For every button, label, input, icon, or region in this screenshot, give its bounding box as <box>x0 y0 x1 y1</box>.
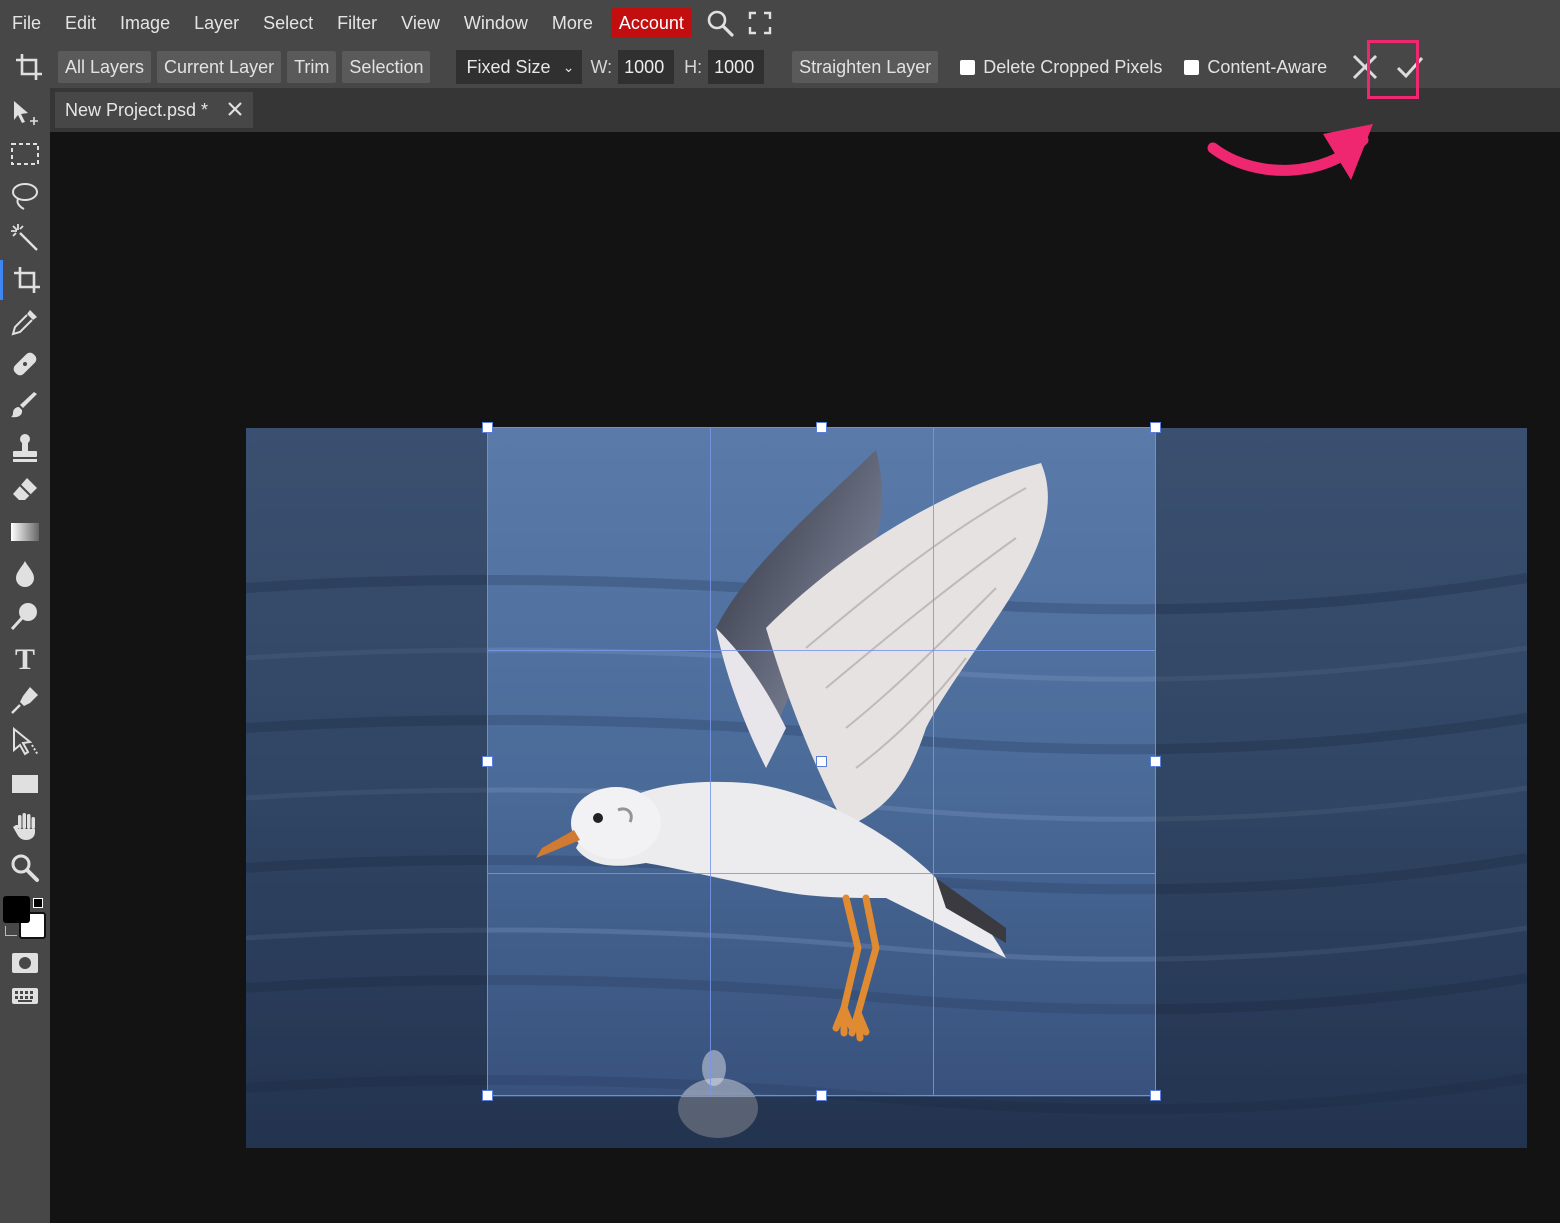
crop-handle-center[interactable] <box>816 756 827 767</box>
zoom-tool-icon[interactable] <box>0 848 50 888</box>
eyedropper-tool-icon[interactable] <box>0 302 50 342</box>
crop-handle-bottom-left[interactable] <box>482 1090 493 1101</box>
current-layer-button[interactable]: Current Layer <box>157 51 282 83</box>
size-mode-select[interactable]: Fixed Size ⌄ <box>456 50 583 84</box>
keyboard-icon[interactable] <box>0 976 50 1016</box>
height-label: H: <box>684 56 703 77</box>
grid-line <box>933 428 934 1095</box>
tab-new-project[interactable]: New Project.psd * <box>55 92 253 128</box>
crop-handle-top-right[interactable] <box>1150 422 1161 433</box>
crop-handle-top-left[interactable] <box>482 422 493 433</box>
text-tool-icon[interactable]: T <box>0 638 50 678</box>
options-bar: All Layers Current Layer Trim Selection … <box>0 46 1560 88</box>
selection-button[interactable]: Selection <box>342 51 431 83</box>
crop-handle-top[interactable] <box>816 422 827 433</box>
menu-image[interactable]: Image <box>108 0 182 46</box>
marquee-tool-icon[interactable] <box>0 134 50 174</box>
menu-more[interactable]: More <box>540 0 605 46</box>
healing-tool-icon[interactable] <box>0 344 50 384</box>
width-label: W: <box>590 56 613 77</box>
crop-shield-bottom <box>487 1097 1156 1148</box>
clone-stamp-tool-icon[interactable] <box>0 428 50 468</box>
menu-filter[interactable]: Filter <box>325 0 389 46</box>
blur-tool-icon[interactable] <box>0 554 50 594</box>
menu-view[interactable]: View <box>389 0 452 46</box>
eraser-tool-icon[interactable] <box>0 470 50 510</box>
hand-tool-icon[interactable] <box>0 806 50 846</box>
checkbox-box[interactable] <box>1184 59 1200 75</box>
content-aware-label: Content-Aware <box>1207 56 1328 77</box>
grid-line <box>710 428 711 1095</box>
crop-handle-bottom[interactable] <box>816 1090 827 1101</box>
grid-line <box>488 873 1155 874</box>
crop-handle-right[interactable] <box>1150 756 1161 767</box>
chevron-down-icon: ⌄ <box>562 59 575 75</box>
height-input[interactable]: 1000 <box>708 50 765 84</box>
content-aware-checkbox[interactable]: Content-Aware <box>1184 57 1327 78</box>
crop-shield-left <box>246 428 487 1148</box>
all-layers-button[interactable]: All Layers <box>58 51 152 83</box>
crop-box[interactable] <box>482 422 1161 1101</box>
tools-panel: T <box>0 88 50 1223</box>
shape-tool-icon[interactable] <box>0 764 50 804</box>
menu-bar: File Edit Image Layer Select Filter View… <box>0 0 1560 46</box>
grid-line <box>488 650 1155 651</box>
pen-tool-icon[interactable] <box>0 680 50 720</box>
crop-handle-left[interactable] <box>482 756 493 767</box>
svg-text:T: T <box>15 643 35 673</box>
path-select-tool-icon[interactable] <box>0 722 50 762</box>
canvas-area[interactable] <box>50 132 1560 1223</box>
confirm-highlight-box <box>1367 40 1419 99</box>
tab-title: New Project.psd * <box>65 99 209 120</box>
fullscreen-icon[interactable] <box>740 0 780 46</box>
gradient-tool-icon[interactable] <box>0 512 50 552</box>
menu-layer[interactable]: Layer <box>182 0 251 46</box>
menu-edit[interactable]: Edit <box>53 0 108 46</box>
color-swatches[interactable] <box>3 896 49 942</box>
menu-select[interactable]: Select <box>251 0 325 46</box>
checkbox-box[interactable] <box>960 59 976 75</box>
straighten-layer-button[interactable]: Straighten Layer <box>792 51 939 83</box>
account-button[interactable]: Account <box>610 8 692 38</box>
pointer-arrow-icon <box>1207 124 1373 180</box>
dodge-tool-icon[interactable] <box>0 596 50 636</box>
delete-cropped-label: Delete Cropped Pixels <box>983 56 1163 77</box>
size-mode-value: Fixed Size <box>466 57 551 77</box>
menu-window[interactable]: Window <box>452 0 540 46</box>
width-input[interactable]: 1000 <box>618 50 675 84</box>
crop-tool-icon <box>0 46 58 88</box>
trim-button[interactable]: Trim <box>287 51 337 83</box>
magic-wand-tool-icon[interactable] <box>0 218 50 258</box>
menu-file[interactable]: File <box>0 0 53 46</box>
crop-tool-button-icon[interactable] <box>0 260 50 300</box>
foreground-color-swatch[interactable] <box>3 896 30 923</box>
search-icon[interactable] <box>700 0 740 46</box>
brush-tool-icon[interactable] <box>0 386 50 426</box>
crop-handle-bottom-right[interactable] <box>1150 1090 1161 1101</box>
swap-colors-icon[interactable] <box>5 926 17 936</box>
crop-shield-right <box>1156 428 1527 1148</box>
delete-cropped-pixels-checkbox[interactable]: Delete Cropped Pixels <box>960 57 1162 78</box>
move-tool-icon[interactable] <box>0 94 50 134</box>
close-icon[interactable] <box>225 99 245 119</box>
default-colors-icon[interactable] <box>33 898 43 908</box>
lasso-tool-icon[interactable] <box>0 176 50 216</box>
